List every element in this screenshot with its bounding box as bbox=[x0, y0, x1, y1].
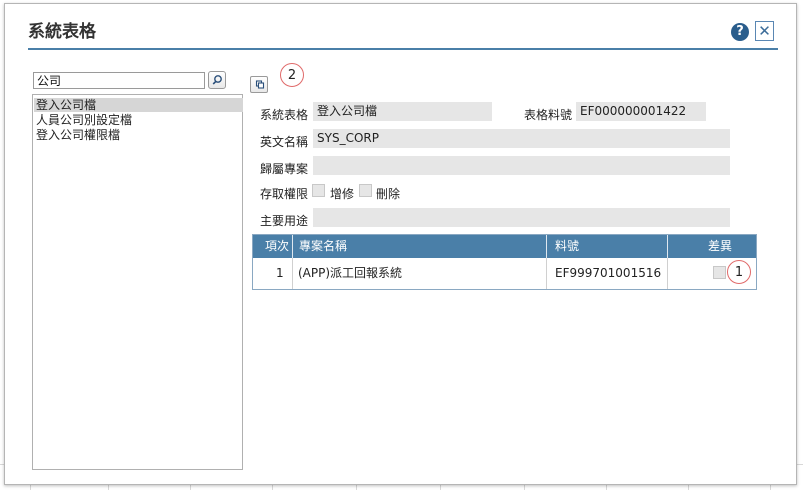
search-input[interactable] bbox=[33, 72, 205, 89]
list-item-login-company-permission[interactable]: 登入公司權限檔 bbox=[34, 128, 243, 142]
grid-header-divider bbox=[546, 235, 547, 258]
row-diff-checkbox[interactable] bbox=[713, 266, 726, 279]
add-edit-label: 增修 bbox=[330, 187, 355, 201]
title-divider bbox=[28, 48, 778, 50]
search-icon bbox=[212, 75, 222, 85]
table-row[interactable]: 1 (APP)派工回報系統 EF999701001516 bbox=[253, 258, 756, 289]
grid-header: 項次 專案名稱 料號 差異 bbox=[253, 235, 756, 258]
row-project-name: (APP)派工回報系統 bbox=[298, 266, 403, 280]
close-icon[interactable]: ✕ bbox=[755, 21, 774, 41]
row-divider bbox=[292, 258, 293, 289]
row-divider bbox=[667, 258, 668, 289]
grid-header-material-no[interactable]: 料號 bbox=[555, 235, 579, 258]
access-label: 存取權限 bbox=[260, 187, 309, 201]
grid-header-diff[interactable]: 差異 bbox=[708, 235, 732, 258]
add-edit-checkbox[interactable] bbox=[312, 184, 325, 197]
purpose-label: 主要用途 bbox=[260, 214, 309, 228]
delete-checkbox[interactable] bbox=[359, 184, 372, 197]
english-name-field[interactable]: SYS_CORP bbox=[313, 129, 730, 148]
copy-button[interactable] bbox=[250, 76, 268, 93]
system-table-dialog: 系統表格 ? ✕ 登入公司檔 人員公司別設定檔 登入公司權限檔 2 系統表格 登… bbox=[4, 3, 797, 485]
callout-1: 1 bbox=[727, 260, 751, 284]
project-field[interactable] bbox=[313, 156, 730, 175]
grid-header-divider bbox=[667, 235, 668, 258]
purpose-field[interactable] bbox=[313, 208, 730, 227]
dialog-title: 系統表格 bbox=[28, 22, 96, 42]
callout-2: 2 bbox=[280, 63, 304, 87]
table-name-label: 系統表格 bbox=[260, 108, 309, 122]
material-no-field[interactable]: EF000000001422 bbox=[576, 102, 706, 121]
row-index: 1 bbox=[276, 266, 284, 280]
table-list: 登入公司檔 人員公司別設定檔 登入公司權限檔 bbox=[32, 94, 243, 470]
grid-header-project-name[interactable]: 專案名稱 bbox=[299, 235, 347, 258]
row-divider bbox=[546, 258, 547, 289]
grid-header-divider bbox=[292, 235, 293, 258]
help-icon[interactable]: ? bbox=[731, 23, 749, 41]
list-item-login-company[interactable]: 登入公司檔 bbox=[34, 98, 243, 112]
search-button[interactable] bbox=[208, 71, 226, 89]
material-no-label: 表格料號 bbox=[524, 108, 573, 122]
copy-icon bbox=[255, 80, 265, 89]
grid-header-index[interactable]: 項次 bbox=[265, 235, 289, 258]
project-grid: 項次 專案名稱 料號 差異 1 (APP)派工回報系統 EF9997010015… bbox=[252, 234, 757, 290]
delete-label: 刪除 bbox=[376, 187, 401, 201]
list-item-staff-company-setting[interactable]: 人員公司別設定檔 bbox=[34, 113, 243, 127]
table-name-field[interactable]: 登入公司檔 bbox=[313, 102, 492, 121]
row-material-no: EF999701001516 bbox=[555, 266, 662, 280]
english-name-label: 英文名稱 bbox=[260, 135, 309, 149]
project-label: 歸屬專案 bbox=[260, 162, 309, 176]
